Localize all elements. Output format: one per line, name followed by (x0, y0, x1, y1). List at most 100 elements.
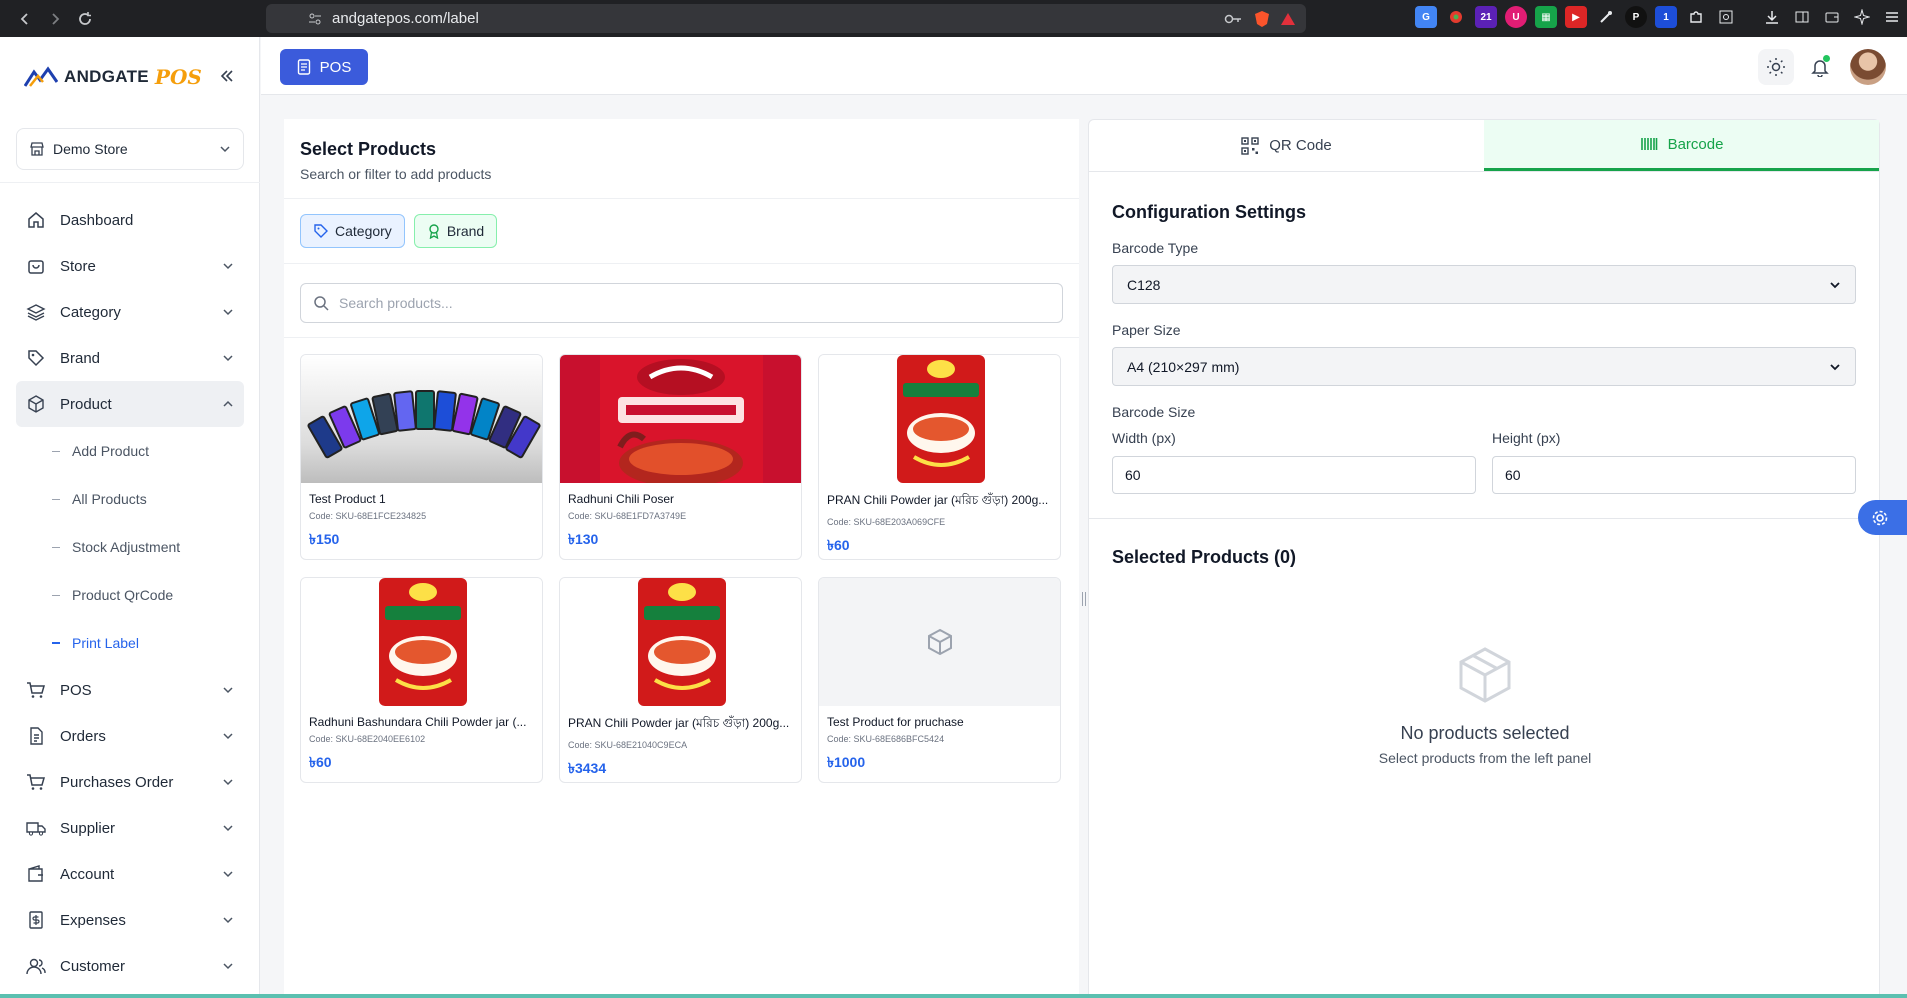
extensions-bar: G 21 U ▦ ▶ P 1 (1415, 6, 1903, 28)
product-card[interactable]: Radhuni Bashundara Chili Powder jar (...… (300, 577, 543, 783)
barcode-type-select[interactable]: C128 (1112, 265, 1856, 304)
sun-icon (1766, 57, 1786, 77)
collapse-sidebar-icon[interactable] (218, 67, 236, 85)
brave-shield-icon[interactable] (1254, 10, 1270, 28)
panel-resize-handle[interactable] (1082, 592, 1086, 606)
address-bar[interactable]: andgatepos.com/label (266, 4, 1306, 33)
label-type-tabs: QR Code Barcode (1089, 120, 1879, 172)
chevron-up-icon (222, 398, 234, 410)
sidebar-subitem-label: Print Label (72, 635, 139, 651)
sidebar-item-label: Store (60, 257, 96, 275)
pos-button-label: POS (319, 58, 352, 76)
store-icon (29, 141, 45, 157)
product-search-input[interactable]: Search products... (300, 283, 1063, 323)
brand-filter-button[interactable]: Brand (413, 214, 498, 248)
counter-extension-icon[interactable]: 21 (1475, 6, 1497, 28)
panel-subtitle: Search or filter to add products (300, 166, 492, 182)
sidebar-item-expenses[interactable]: Expenses (16, 897, 244, 943)
product-card[interactable]: PRAN Chili Powder jar (মরিচ গুঁড়া) 200g… (818, 354, 1061, 560)
empty-subtitle: Select products from the left panel (1378, 750, 1592, 766)
sidebar-item-label: Expenses (60, 911, 126, 929)
award-icon (427, 223, 441, 239)
user-avatar[interactable] (1850, 49, 1886, 85)
leo-ai-icon[interactable] (1851, 6, 1873, 28)
qr-code-icon (1241, 136, 1259, 155)
ublock-extension-icon[interactable]: U (1505, 6, 1527, 28)
cart-icon (26, 772, 46, 792)
sidebar-item-purchases-order[interactable]: Purchases Order (16, 759, 244, 805)
theme-toggle-button[interactable] (1758, 49, 1794, 85)
sidebar-subitem-product-qrcode[interactable]: Product QrCode (16, 571, 244, 619)
sidebar-toggle-icon[interactable] (1791, 6, 1813, 28)
app-logo[interactable]: ANDGATE POS (24, 65, 202, 89)
sidebar-subitem-stock-adjustment[interactable]: Stock Adjustment (16, 523, 244, 571)
category-filter-button[interactable]: Category (300, 214, 405, 248)
sidebar-item-brand[interactable]: Brand (16, 335, 244, 381)
forward-icon[interactable] (44, 8, 66, 30)
picker-extension-icon[interactable] (1595, 6, 1617, 28)
product-card[interactable]: PRAN Chili Powder jar (মরিচ গুঁড়া) 200g… (559, 577, 802, 783)
tab-extension-icon[interactable]: 1 (1655, 6, 1677, 28)
height-input[interactable]: 60 (1492, 456, 1856, 494)
chevron-down-icon (222, 260, 234, 272)
barcode-type-value: C128 (1127, 276, 1161, 293)
brand-filter-label: Brand (446, 223, 485, 239)
width-group: Width (px) 60 (1112, 430, 1476, 494)
product-price: ৳60 (827, 537, 850, 553)
chevron-down-icon (222, 306, 234, 318)
product-name: Radhuni Chili Poser (568, 492, 675, 506)
sidebar-item-dashboard[interactable]: Dashboard (16, 197, 244, 243)
panel-title: Select Products (300, 139, 437, 159)
translate-extension-icon[interactable]: G (1415, 6, 1437, 28)
sidebar-item-customer[interactable]: Customer (16, 943, 244, 989)
sidebar-item-label: Customer (60, 957, 126, 975)
notifications-button[interactable] (1802, 49, 1838, 85)
p-extension-icon[interactable]: P (1625, 6, 1647, 28)
sidebar-subitem-add-product[interactable]: Add Product (16, 427, 244, 475)
top-header: POS (261, 37, 1907, 95)
settings-fab[interactable] (1858, 500, 1907, 535)
receipt-icon (26, 910, 46, 930)
tab-qr-code[interactable]: QR Code (1089, 120, 1484, 171)
sidebar-item-supplier[interactable]: Supplier (16, 805, 244, 851)
barcode-size-label: Barcode Size (1112, 404, 1196, 420)
sidebar-item-account[interactable]: Account (16, 851, 244, 897)
wallet-icon (26, 864, 46, 884)
site-info-icon[interactable] (308, 12, 322, 26)
store-selector[interactable]: Demo Store (16, 128, 244, 170)
sidebar-item-category[interactable]: Category (16, 289, 244, 335)
product-price: ৳60 (309, 754, 332, 770)
document-icon (26, 726, 46, 746)
download-icon[interactable] (1761, 6, 1783, 28)
users-icon (26, 956, 46, 976)
puzzle-extensions-icon[interactable] (1685, 6, 1707, 28)
pos-button[interactable]: POS (280, 49, 368, 85)
menu-icon[interactable] (1881, 6, 1903, 28)
key-icon[interactable] (1224, 13, 1242, 25)
record-extension-icon[interactable] (1445, 6, 1467, 28)
barcode-size-fields: Width (px) 60 Height (px) 60 (1112, 430, 1856, 494)
bullet-dash (52, 642, 60, 644)
sidebar-item-store[interactable]: Store (16, 243, 244, 289)
chevron-down-icon (219, 143, 231, 155)
search-panel-icon[interactable] (1715, 6, 1737, 28)
sidebar-subitem-print-label[interactable]: Print Label (16, 619, 244, 667)
reload-icon[interactable] (74, 8, 96, 30)
width-input[interactable]: 60 (1112, 456, 1476, 494)
product-code: Code: SKU-68E203A069CFE (827, 517, 946, 527)
product-card[interactable]: Test Product 1 Code: SKU-68E1FCE234825 ৳… (300, 354, 543, 560)
product-card[interactable]: Test Product for pruchase Code: SKU-68E6… (818, 577, 1061, 783)
tab-barcode[interactable]: Barcode (1484, 120, 1879, 171)
paper-size-select[interactable]: A4 (210×297 mm) (1112, 347, 1856, 386)
sidebar-item-pos[interactable]: POS (16, 667, 244, 713)
sheet-extension-icon[interactable]: ▦ (1535, 6, 1557, 28)
sidebar-item-orders[interactable]: Orders (16, 713, 244, 759)
sidebar-item-product[interactable]: Product (16, 381, 244, 427)
back-icon[interactable] (14, 8, 36, 30)
wallet-icon[interactable] (1821, 6, 1843, 28)
video-extension-icon[interactable]: ▶ (1565, 6, 1587, 28)
sidebar-subitem-all-products[interactable]: All Products (16, 475, 244, 523)
product-card[interactable]: Radhuni Chili Poser Code: SKU-68E1FD7A37… (559, 354, 802, 560)
logo-mark-icon (24, 66, 58, 88)
brave-rewards-icon[interactable] (1280, 12, 1296, 26)
